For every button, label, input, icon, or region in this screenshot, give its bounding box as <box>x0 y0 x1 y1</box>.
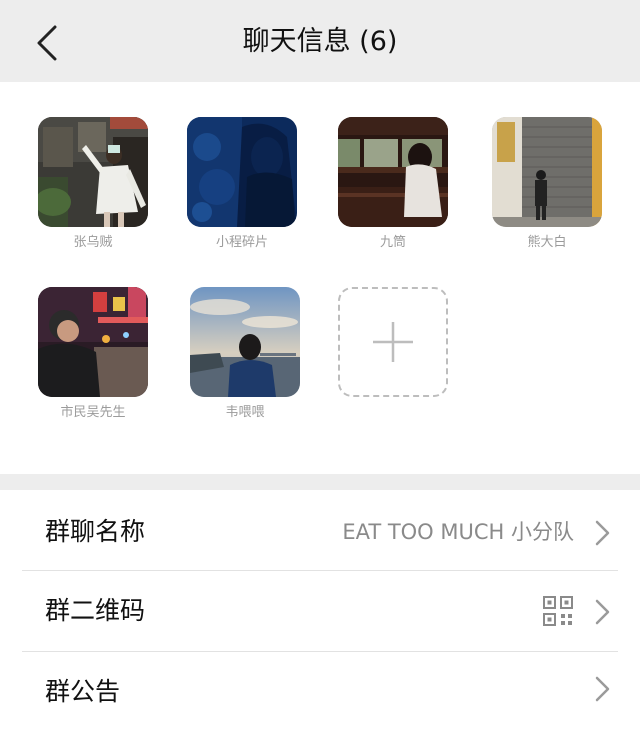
avatar[interactable] <box>190 287 300 397</box>
group-qr-row[interactable]: 群二维码 <box>0 571 640 651</box>
group-notice-label: 群公告 <box>45 677 121 706</box>
member-name: 市民吴先生 <box>60 405 126 420</box>
member-name: 韦喂喂 <box>225 405 265 420</box>
member-item[interactable]: 市民吴先生 <box>38 287 148 422</box>
member-grid: 张乌贼 小程碎片 九筒 熊大白 市民吴先生 韦喂喂 <box>0 82 640 474</box>
section-divider <box>0 474 640 490</box>
member-item[interactable]: 张乌贼 <box>38 117 148 252</box>
qr-code-icon <box>543 596 573 626</box>
group-qr-label: 群二维码 <box>45 596 146 625</box>
member-item[interactable]: 韦喂喂 <box>190 287 300 422</box>
avatar[interactable] <box>38 287 148 397</box>
group-name-row[interactable]: 群聊名称 EAT TOO MUCH 小分队 <box>0 492 640 572</box>
group-name-label: 群聊名称 <box>45 517 146 546</box>
member-name: 小程碎片 <box>215 235 268 250</box>
member-name: 张乌贼 <box>73 235 113 250</box>
avatar[interactable] <box>338 117 448 227</box>
member-item[interactable]: 小程碎片 <box>187 117 297 252</box>
group-notice-row[interactable]: 群公告 <box>0 652 640 732</box>
chevron-right-icon <box>595 599 610 625</box>
member-item[interactable]: 熊大白 <box>492 117 602 252</box>
chevron-right-icon <box>595 676 610 702</box>
add-member-button[interactable] <box>338 287 448 397</box>
member-name: 熊大白 <box>527 235 567 250</box>
group-name-value: EAT TOO MUCH 小分队 <box>342 520 574 544</box>
page-title: 聊天信息 (6) <box>242 26 398 57</box>
member-name: 九筒 <box>379 235 406 250</box>
chevron-right-icon <box>595 520 610 546</box>
settings-list: 群聊名称 EAT TOO MUCH 小分队 群二维码 群公告 <box>0 490 640 735</box>
plus-icon <box>373 322 413 362</box>
member-item[interactable]: 九筒 <box>338 117 448 252</box>
avatar[interactable] <box>187 117 297 227</box>
nav-bar: 聊天信息 (6) <box>0 0 640 82</box>
avatar[interactable] <box>38 117 148 227</box>
avatar[interactable] <box>492 117 602 227</box>
